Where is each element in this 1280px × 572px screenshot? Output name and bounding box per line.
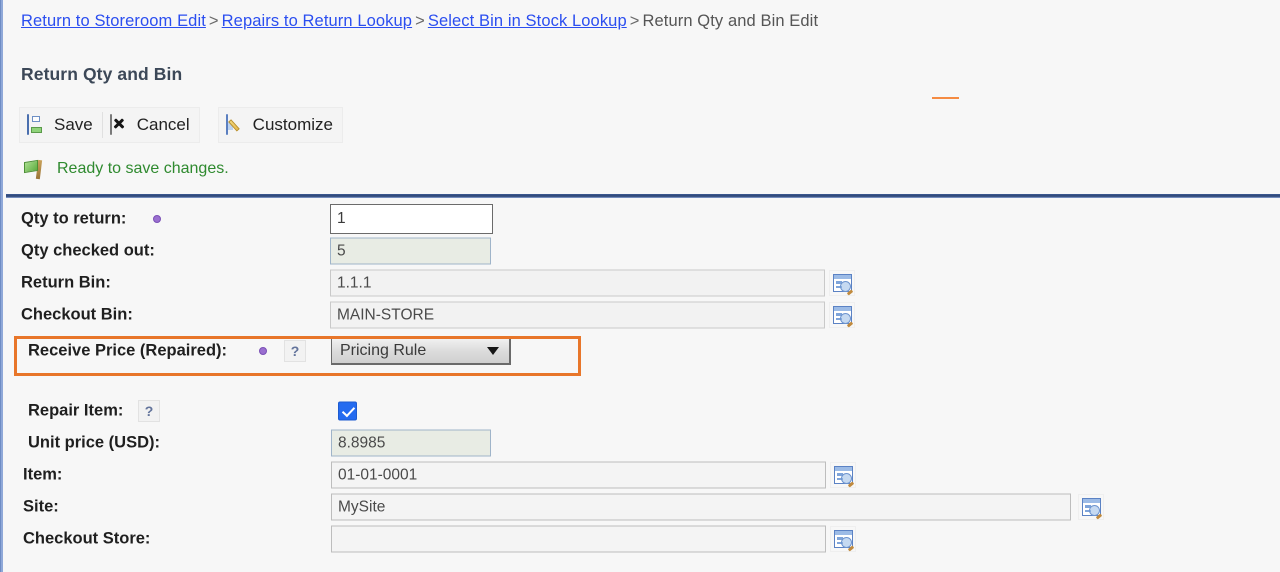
toolbar: Save Cancel Customize <box>19 106 343 144</box>
breadcrumb: Return to Storeroom Edit > Repairs to Retu… <box>21 12 818 31</box>
checkout-store-input[interactable] <box>331 525 826 553</box>
section-divider <box>6 194 1280 198</box>
return-bin-input[interactable]: 1.1.1 <box>330 269 825 297</box>
toolbar-group-primary: Save Cancel <box>19 107 200 143</box>
cancel-button[interactable]: Cancel <box>103 108 199 142</box>
field-row-return-bin: Return Bin: 1.1.1 <box>3 267 1280 299</box>
item-lookup-icon[interactable] <box>830 462 856 488</box>
breadcrumb-current-page: Return Qty and Bin Edit <box>642 12 819 30</box>
receive-price-label: Receive Price (Repaired): <box>28 341 228 360</box>
qty-checked-out-label: Qty checked out: <box>21 241 155 260</box>
required-indicator-dot <box>259 347 267 355</box>
item-input[interactable]: 01-01-0001 <box>331 461 826 489</box>
customize-button[interactable]: Customize <box>219 108 342 142</box>
field-row-repair-item: Repair Item: ? <box>3 395 1280 427</box>
cancel-button-label: Cancel <box>136 115 190 134</box>
orange-marker-dash <box>932 97 959 99</box>
save-button[interactable]: Save <box>20 108 102 142</box>
checkout-bin-lookup-icon[interactable] <box>829 302 855 328</box>
breadcrumb-link-select-bin-in-stock-lookup[interactable]: Select Bin in Stock Lookup <box>428 12 627 30</box>
flag-icon <box>23 158 45 180</box>
save-icon <box>27 114 47 135</box>
site-input[interactable]: MySite <box>331 493 1071 521</box>
field-row-checkout-bin: Checkout Bin: MAIN-STORE <box>3 299 1280 331</box>
breadcrumb-separator-3: > <box>629 12 640 30</box>
repair-item-label: Repair Item: <box>28 401 124 420</box>
field-row-item: Item: 01-01-0001 <box>3 459 1280 491</box>
site-label: Site: <box>23 497 59 516</box>
checkout-bin-input[interactable]: MAIN-STORE <box>330 301 825 329</box>
toolbar-group-secondary: Customize <box>217 107 343 143</box>
site-lookup-icon[interactable] <box>1078 494 1104 520</box>
breadcrumb-separator-2: > <box>415 12 425 30</box>
field-row-unit-price: Unit price (USD): 8.8985 <box>3 427 1280 459</box>
return-bin-lookup-icon[interactable] <box>829 270 855 296</box>
checkout-store-label: Checkout Store: <box>23 529 151 548</box>
form-spacer <box>3 371 1280 395</box>
qty-to-return-label: Qty to return: <box>21 209 127 227</box>
page-container: Return to Storeroom Edit > Repairs to Retu… <box>3 0 1280 572</box>
page-title: Return Qty and Bin <box>21 64 183 84</box>
breadcrumb-link-repairs-to-return-lookup[interactable]: Repairs to Return Lookup <box>222 12 412 30</box>
required-indicator-dot <box>153 214 161 223</box>
status-bar: Ready to save changes. <box>23 158 229 180</box>
repair-item-checkbox[interactable] <box>338 401 357 421</box>
field-row-qty-to-return: Qty to return: 1 <box>3 202 1280 235</box>
cancel-icon <box>109 114 130 135</box>
qty-checked-out-value: 5 <box>330 237 491 265</box>
breadcrumb-link-return-to-storeroom-edit[interactable]: Return to Storeroom Edit <box>21 12 206 30</box>
repair-item-help-icon[interactable]: ? <box>138 400 160 422</box>
field-row-checkout-store: Checkout Store: <box>3 523 1280 555</box>
customize-button-label: Customize <box>252 115 333 134</box>
receive-price-dropdown[interactable]: Pricing Rule <box>331 337 511 365</box>
form-area: Qty to return: 1 Qty checked out: 5 Retu… <box>3 202 1280 555</box>
left-edge-rail-dark <box>0 0 1 572</box>
save-button-label: Save <box>54 115 93 134</box>
chevron-down-icon <box>487 346 499 355</box>
checkout-bin-label: Checkout Bin: <box>21 305 133 324</box>
breadcrumb-separator-1: > <box>208 12 219 30</box>
field-row-qty-checked-out: Qty checked out: 5 <box>3 235 1280 267</box>
return-bin-label: Return Bin: <box>21 273 111 292</box>
item-label: Item: <box>23 465 63 484</box>
unit-price-label: Unit price (USD): <box>28 433 160 452</box>
qty-to-return-input[interactable]: 1 <box>330 203 493 234</box>
receive-price-help-icon[interactable]: ? <box>284 340 306 362</box>
field-row-receive-price: Receive Price (Repaired): ? Pricing Rule <box>3 331 1280 371</box>
customize-icon <box>225 114 246 135</box>
receive-price-dropdown-value: Pricing Rule <box>340 341 427 359</box>
status-message: Ready to save changes. <box>57 160 229 177</box>
field-row-site: Site: MySite <box>3 491 1280 523</box>
unit-price-value: 8.8985 <box>331 429 491 457</box>
checkout-store-lookup-icon[interactable] <box>830 526 856 552</box>
